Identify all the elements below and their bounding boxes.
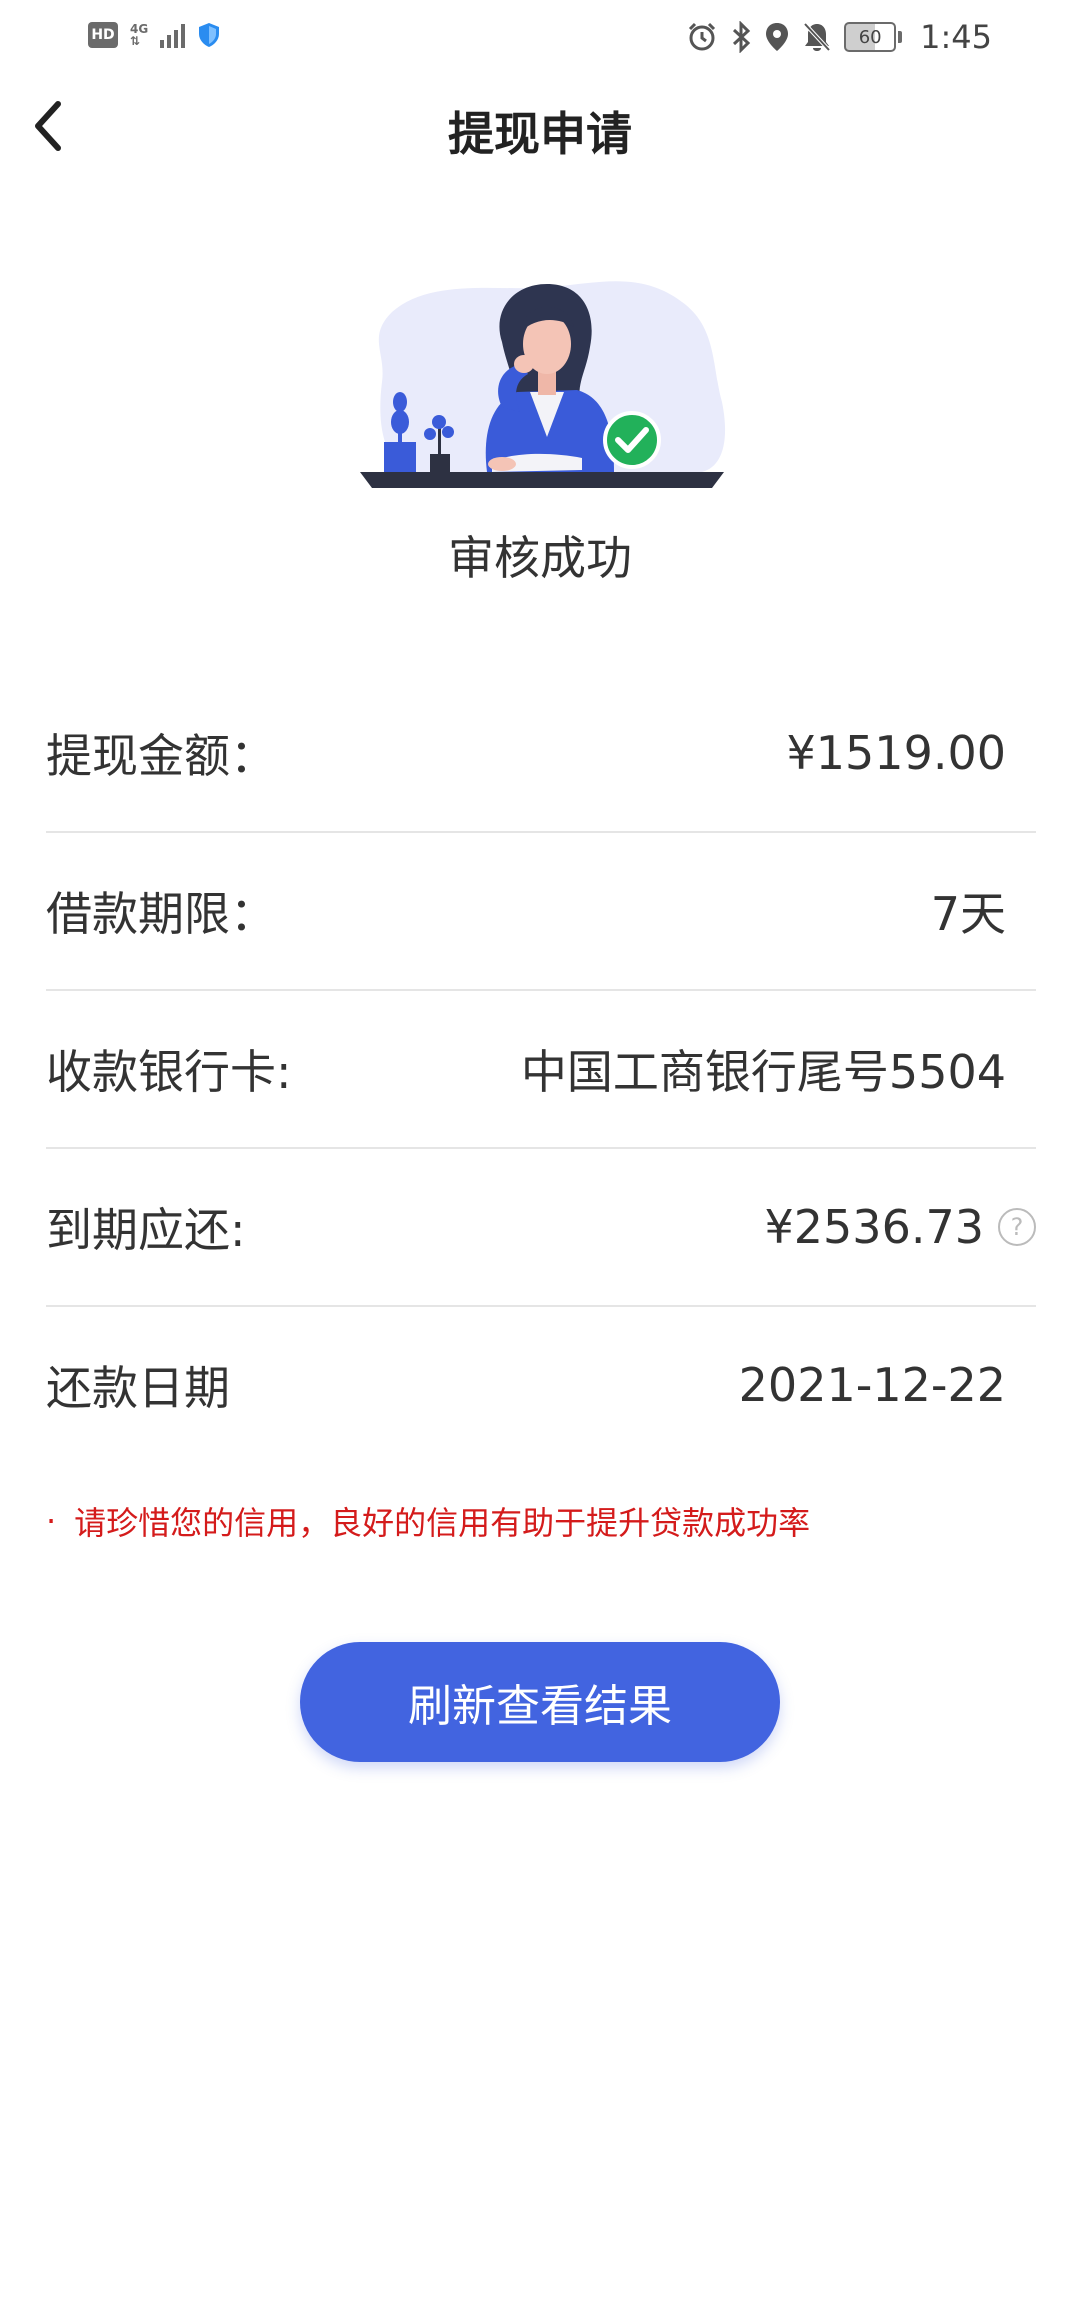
network-type-indicator: 4G ⇅ [130, 23, 148, 47]
notice-text: 请珍惜您的信用，良好的信用有助于提升贷款成功率 [74, 1504, 811, 1542]
detail-label: 借款期限： [46, 887, 276, 941]
detail-value: 2021-12-22 [738, 1358, 1006, 1412]
hd-indicator: HD [88, 22, 118, 48]
signal-strength-icon [160, 22, 186, 48]
status-bar: HD 4G ⇅ 60 1:45 [0, 0, 1080, 80]
detail-row-bank-card: 收款银行卡: 中国工商银行尾号5504 [46, 991, 1036, 1149]
detail-row-amount: 提现金额： ¥1519.00 [46, 675, 1036, 833]
help-icon[interactable]: ? [998, 1208, 1036, 1246]
approval-illustration [360, 281, 726, 488]
bell-off-icon [803, 22, 831, 52]
detail-row-term: 借款期限： 7天 [46, 833, 1036, 991]
alarm-icon [689, 22, 716, 51]
network-arrows-icon: ⇅ [130, 34, 141, 48]
detail-row-repay-date: 还款日期 2021-12-22 [46, 1307, 1036, 1463]
review-status: 审核成功 [448, 531, 632, 585]
detail-value: 中国工商银行尾号5504 [520, 1045, 1006, 1099]
status-bar-right: 60 1:45 [686, 18, 992, 56]
detail-row-due-amount: 到期应还: ¥2536.73 ? [46, 1149, 1036, 1307]
detail-value: 7天 [930, 887, 1006, 941]
bluetooth-icon [733, 21, 751, 53]
battery-icon: 60 [844, 22, 903, 52]
battery-level: 60 [844, 22, 897, 52]
detail-label: 收款银行卡: [46, 1045, 292, 1099]
detail-label: 到期应还: [46, 1203, 246, 1257]
notice-bullet: · [46, 1502, 57, 1540]
detail-value: ¥2536.73 [764, 1200, 985, 1254]
status-time: 1:45 [920, 18, 992, 56]
shield-icon [199, 23, 220, 47]
location-icon [766, 23, 789, 51]
detail-value-wrapper: ¥2536.73 ? [764, 1200, 1036, 1254]
refresh-result-button[interactable]: 刷新查看结果 [300, 1642, 780, 1762]
withdrawal-details: 提现金额： ¥1519.00 借款期限： 7天 收款银行卡: 中国工商银行尾号5… [46, 675, 1036, 1463]
credit-notice: · 请珍惜您的信用，良好的信用有助于提升贷款成功率 [46, 1498, 810, 1544]
detail-label: 提现金额： [46, 729, 276, 783]
detail-value: ¥1519.00 [786, 726, 1007, 780]
detail-label: 还款日期 [46, 1361, 230, 1415]
nav-header: 提现申请 [0, 80, 1080, 180]
status-bar-left: HD 4G ⇅ [88, 22, 221, 48]
page-title: 提现申请 [448, 107, 632, 161]
